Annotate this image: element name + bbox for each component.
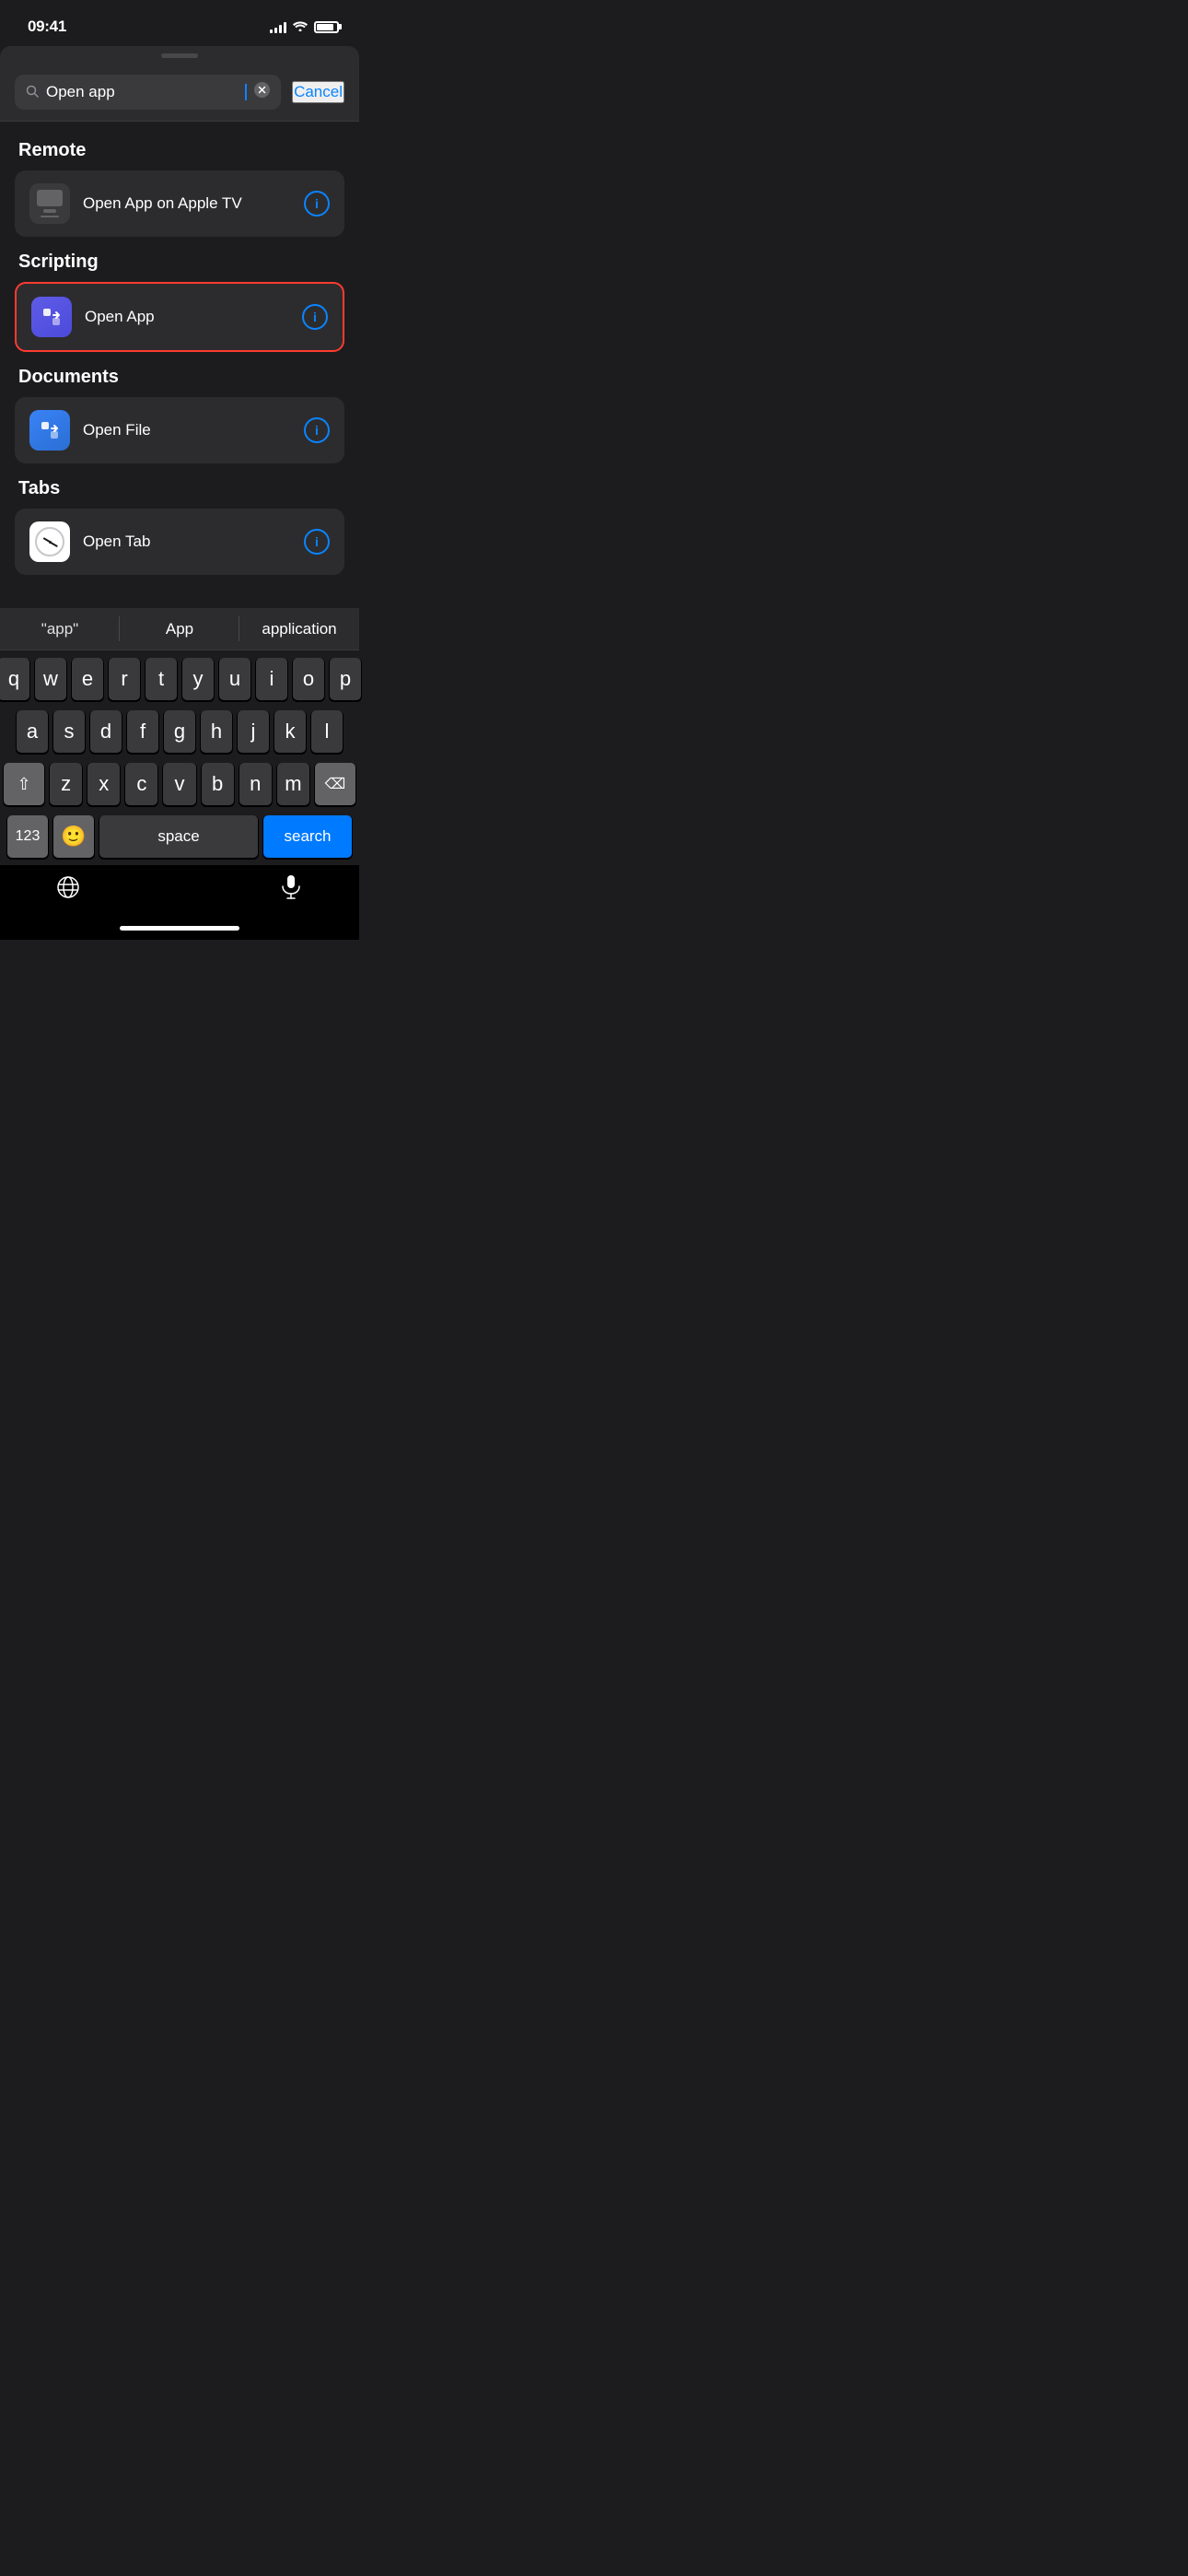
- emoji-key[interactable]: 🙂: [53, 815, 94, 858]
- key-s[interactable]: s: [53, 710, 85, 753]
- drag-handle: [161, 53, 198, 58]
- search-bar[interactable]: Open app: [15, 75, 281, 110]
- info-button-open-tab[interactable]: i: [304, 529, 330, 555]
- search-input[interactable]: Open app: [46, 83, 237, 101]
- space-key[interactable]: space: [99, 815, 258, 858]
- signal-bars-icon: [270, 21, 286, 33]
- action-label-open-file: Open File: [83, 421, 291, 439]
- section-remote: Remote Open App on Apple TV i: [15, 140, 344, 237]
- numbers-key[interactable]: 123: [7, 815, 48, 858]
- section-documents-title: Documents: [15, 367, 344, 388]
- section-documents: Documents Open File i: [15, 367, 344, 463]
- key-p[interactable]: p: [330, 658, 361, 700]
- action-label-open-app: Open App: [85, 308, 289, 326]
- info-button-open-app[interactable]: i: [302, 304, 328, 330]
- open-file-icon: [29, 410, 70, 451]
- section-scripting-title: Scripting: [15, 252, 344, 273]
- status-icons: [270, 20, 339, 34]
- action-item-open-app-apple-tv[interactable]: Open App on Apple TV i: [15, 170, 344, 237]
- section-tabs: Tabs Open Tab i: [15, 478, 344, 575]
- action-item-open-file[interactable]: Open File i: [15, 397, 344, 463]
- cancel-button[interactable]: Cancel: [292, 81, 344, 103]
- key-f[interactable]: f: [127, 710, 158, 753]
- search-container: Open app Cancel: [0, 67, 359, 122]
- search-key[interactable]: search: [263, 815, 352, 858]
- keyboard-rows: q w e r t y u i o p a s d f g h j k l ⇧ …: [0, 650, 359, 865]
- key-x[interactable]: x: [87, 763, 120, 805]
- action-item-open-app[interactable]: Open App i: [15, 282, 344, 352]
- key-y[interactable]: y: [182, 658, 214, 700]
- predictive-app[interactable]: App: [120, 608, 239, 650]
- key-m[interactable]: m: [277, 763, 309, 805]
- sheet-drag-area[interactable]: [0, 46, 359, 67]
- appletv-icon: [29, 183, 70, 224]
- key-g[interactable]: g: [164, 710, 195, 753]
- action-item-open-tab[interactable]: Open Tab i: [15, 509, 344, 575]
- keyboard-row-3: ⇧ z x c v b n m ⌫: [4, 763, 355, 805]
- key-a[interactable]: a: [17, 710, 48, 753]
- info-button-open-file[interactable]: i: [304, 417, 330, 443]
- key-q[interactable]: q: [0, 658, 29, 700]
- key-b[interactable]: b: [202, 763, 234, 805]
- key-k[interactable]: k: [274, 710, 306, 753]
- key-n[interactable]: n: [239, 763, 272, 805]
- section-tabs-title: Tabs: [15, 478, 344, 499]
- predictive-application[interactable]: application: [239, 608, 359, 650]
- key-v[interactable]: v: [163, 763, 195, 805]
- action-label-open-app-apple-tv: Open App on Apple TV: [83, 194, 291, 213]
- shift-key[interactable]: ⇧: [4, 763, 44, 805]
- key-r[interactable]: r: [109, 658, 140, 700]
- key-w[interactable]: w: [35, 658, 66, 700]
- delete-key[interactable]: ⌫: [315, 763, 355, 805]
- status-bar: 09:41: [0, 0, 359, 46]
- keyboard-row-2: a s d f g h j k l: [4, 710, 355, 753]
- info-button-open-app-apple-tv[interactable]: i: [304, 191, 330, 217]
- main-content: Remote Open App on Apple TV i Scripting: [0, 122, 359, 608]
- key-o[interactable]: o: [293, 658, 324, 700]
- key-d[interactable]: d: [90, 710, 122, 753]
- keyboard-bottom-row: 123 🙂 space search: [4, 815, 355, 861]
- clock-icon: [29, 521, 70, 562]
- predictive-quoted-app[interactable]: "app": [0, 608, 120, 650]
- key-h[interactable]: h: [201, 710, 232, 753]
- key-t[interactable]: t: [146, 658, 177, 700]
- key-l[interactable]: l: [311, 710, 343, 753]
- wifi-icon: [293, 20, 308, 34]
- key-j[interactable]: j: [238, 710, 269, 753]
- keyboard-row-1: q w e r t y u i o p: [4, 658, 355, 700]
- action-label-open-tab: Open Tab: [83, 533, 291, 551]
- key-e[interactable]: e: [72, 658, 103, 700]
- keyboard-area: "app" App application q w e r t y u i o …: [0, 608, 359, 940]
- key-z[interactable]: z: [50, 763, 82, 805]
- key-u[interactable]: u: [219, 658, 250, 700]
- globe-icon[interactable]: [55, 874, 81, 900]
- keyboard-bottom-bar: [0, 865, 359, 919]
- key-i[interactable]: i: [256, 658, 287, 700]
- home-indicator: [0, 919, 359, 940]
- search-icon: [26, 85, 39, 100]
- battery-icon: [314, 21, 339, 33]
- section-scripting: Scripting Open App i: [15, 252, 344, 352]
- status-time: 09:41: [28, 18, 66, 36]
- clear-search-button[interactable]: [254, 82, 270, 102]
- predictive-bar: "app" App application: [0, 608, 359, 650]
- key-c[interactable]: c: [125, 763, 157, 805]
- open-app-icon: [31, 297, 72, 337]
- microphone-icon[interactable]: [278, 874, 304, 900]
- section-remote-title: Remote: [15, 140, 344, 161]
